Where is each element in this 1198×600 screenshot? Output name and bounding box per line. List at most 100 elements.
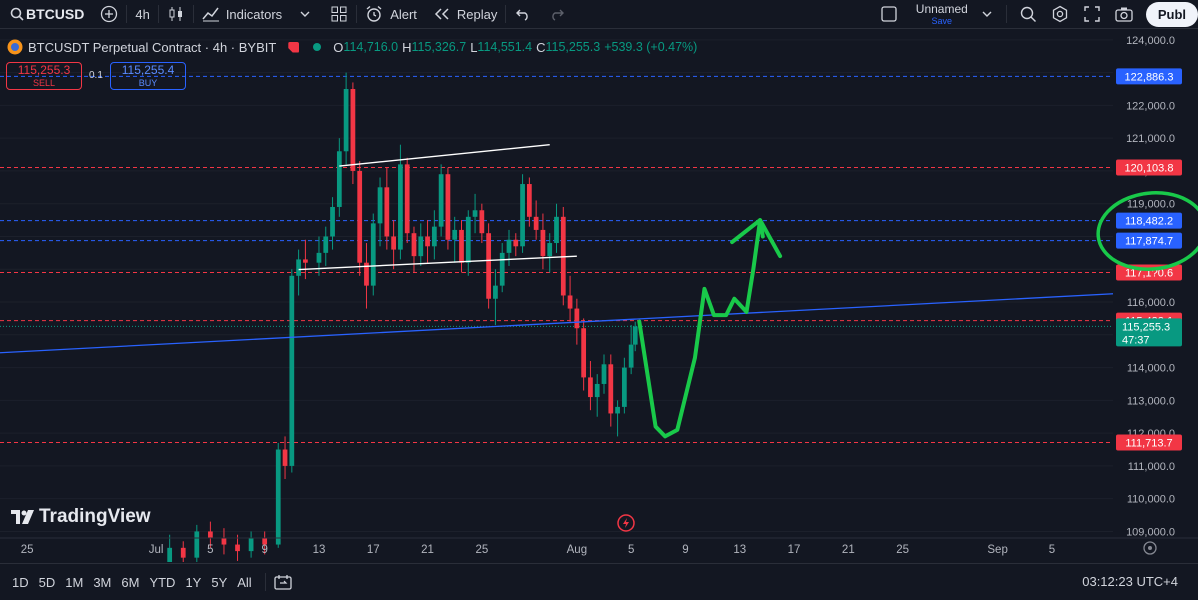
time-tick-label: Jul [149,544,164,556]
sell-button[interactable]: 115,255.3 SELL [6,62,82,90]
time-tick-label: 13 [733,544,746,556]
utc-clock[interactable]: 03:12:23 UTC+4 [1082,574,1178,589]
candle-body [513,239,519,247]
flag-icon[interactable] [288,41,300,53]
time-tick-label: 17 [367,544,380,556]
trendline [0,288,1198,354]
candle-body [632,326,638,345]
layouts-button[interactable] [322,0,356,28]
fullscreen-select-checkbox[interactable] [880,5,898,23]
low-label: L [470,39,478,55]
candle-body [248,538,254,552]
level-price-label: 111,713.7 [1125,438,1172,450]
undo-button[interactable] [506,0,540,28]
time-tick-label: Sep [987,544,1007,556]
candle-body [628,344,634,368]
low-value: 114,551.4 [477,40,533,54]
tradingview-watermark: TradingView [10,506,151,528]
candle-body [404,164,410,234]
candle-body [350,88,356,171]
candle-body [445,174,451,240]
indicators-icon [202,5,220,23]
alert-button[interactable]: Alert [357,0,425,28]
range-button-1d[interactable]: 1D [7,575,34,590]
fullscreen-icon[interactable] [1083,5,1101,23]
grid-icon [330,5,348,23]
chart-grid [0,39,1113,532]
price-chart[interactable]: 124,000.0123,000.0122,000.0121,000.0120,… [0,29,1198,562]
candle-body [289,275,295,466]
candle-body [296,259,301,276]
candle-body [608,364,614,414]
time-tick-label: 13 [313,544,326,556]
chevron-down-icon[interactable] [296,5,314,23]
buy-button[interactable]: 115,255.4 BUY [110,62,186,90]
interval-button[interactable]: 4h [127,0,157,28]
trendlines [0,144,1198,354]
candle-body [180,547,186,558]
candle-body [452,229,458,240]
layout-name[interactable]: Unnamed Save [916,3,968,26]
buy-price: 115,255.4 [121,63,175,77]
range-button-5d[interactable]: 5D [34,575,61,590]
settings-gear-icon[interactable] [1051,5,1069,23]
chart-type-button[interactable] [159,0,193,28]
open-value: 114,716.0 [343,40,399,54]
change-value: +539.3 (+0.47%) [604,40,698,54]
candle-body [377,187,383,224]
time-axis: 25 Jul 5 9 13 17 21 25 Aug 5 9 13 17 21 25 Sep 5 [0,537,1198,556]
indicators-button[interactable]: Indicators [194,0,322,28]
range-button-1y[interactable]: 1Y [180,575,206,590]
alarm-clock-icon [365,5,383,23]
replay-button[interactable]: Replay [425,0,505,28]
quick-search-icon[interactable] [1019,5,1037,23]
symbol-search[interactable]: BTCUSD [0,0,92,28]
time-tick-label: 9 [261,544,267,556]
range-button-3m[interactable]: 3M [88,575,116,590]
range-button-5y[interactable]: 5Y [206,575,232,590]
layout-name-label: Unnamed [915,1,968,16]
order-quantity[interactable]: 0.1 [89,70,103,81]
candle-body [357,170,363,263]
bitcoin-logo-icon [6,38,24,56]
range-button-1m[interactable]: 1M [60,575,88,590]
range-buttons: 1D 5D 1M 3M 6M YTD 1Y 5Y All [7,575,257,590]
legend-title: BTCUSDT Perpetual Contract · 4h · BYBIT [28,39,277,55]
range-button-ytd[interactable]: YTD [144,575,180,590]
candle-body [330,206,335,237]
price-tick-label: 124,000.0 [1126,35,1175,47]
time-tick-label: 5 [1049,544,1055,556]
time-tick-label: 25 [896,544,909,556]
candle-body [621,367,627,407]
candle-body [520,184,525,247]
candle-body [581,328,587,378]
price-tick-label: 122,000.0 [1126,100,1175,112]
candle-body [526,184,532,217]
divider [1005,5,1007,23]
compare-button[interactable] [92,0,126,28]
candle-body [499,252,505,286]
camera-icon[interactable] [1115,5,1133,23]
time-tick-label: 25 [475,544,488,556]
close-label: C [536,39,546,55]
chevron-down-icon[interactable] [978,5,996,23]
redo-button[interactable] [540,0,574,28]
date-range-icon[interactable] [274,573,292,591]
publish-button[interactable]: Publ [1145,1,1198,27]
range-button-6m[interactable]: 6M [116,575,144,590]
candle-body [547,243,553,257]
candle-body [316,252,322,263]
candle-body [221,538,227,545]
candle-body [370,223,376,286]
time-tick-label: 21 [842,544,855,556]
price-tick-label: 119,000.0 [1127,199,1175,211]
candle-body [167,547,173,562]
candle-body [459,229,464,263]
candle-body [486,233,492,299]
redo-icon [548,5,566,23]
time-tick-label: 25 [21,544,34,556]
candle-body [594,383,600,398]
range-button-all[interactable]: All [232,575,256,590]
candle-body [438,174,444,227]
event-marker [617,514,635,532]
